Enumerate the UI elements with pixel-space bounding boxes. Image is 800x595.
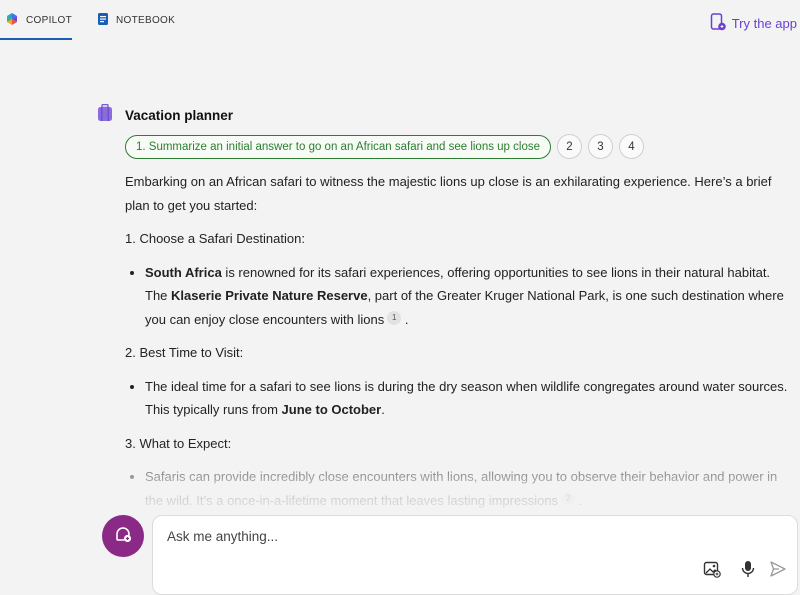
step-3-button[interactable]: 3 bbox=[588, 134, 613, 159]
list-item: Safaris can provide incredibly close enc… bbox=[145, 465, 793, 512]
sentence-end: . bbox=[404, 311, 409, 327]
try-the-app-label: Try the app bbox=[731, 16, 797, 31]
section-heading: 1. Choose a Safari Destination: bbox=[125, 231, 305, 246]
suitcase-icon bbox=[97, 103, 113, 127]
new-topic-button[interactable] bbox=[102, 515, 144, 557]
sentence-end: . bbox=[381, 402, 385, 417]
response-content: Embarking on an African safari to witnes… bbox=[125, 170, 793, 522]
notebook-icon bbox=[97, 12, 109, 29]
body-text: Safaris can provide incredibly close enc… bbox=[145, 469, 778, 508]
tab-copilot[interactable]: COPILOT bbox=[0, 0, 72, 40]
chat-input[interactable] bbox=[165, 528, 729, 545]
bold-text: June to October bbox=[281, 402, 382, 417]
active-tab-indicator bbox=[0, 38, 72, 40]
bold-text: Klaserie Private Nature Reserve bbox=[171, 288, 368, 303]
bold-text: South Africa bbox=[145, 264, 222, 280]
conversation-title: Vacation planner bbox=[125, 108, 234, 123]
section-list: The ideal time for a safari to see lions… bbox=[125, 375, 793, 422]
conversation-header: Vacation planner bbox=[97, 103, 234, 127]
section-heading: 3. What to Expect: bbox=[125, 435, 232, 451]
section-list: South Africa is renowned for its safari … bbox=[125, 261, 793, 332]
section-heading: 2. Best Time to Visit: bbox=[125, 345, 244, 360]
send-icon bbox=[769, 560, 787, 583]
list-item: South Africa is renowned for its safari … bbox=[145, 261, 793, 332]
chat-input-box bbox=[152, 515, 798, 595]
step-navigation: 1. Summarize an initial answer to go on … bbox=[125, 134, 644, 159]
microphone-icon bbox=[740, 560, 756, 583]
step-1-button[interactable]: 1. Summarize an initial answer to go on … bbox=[125, 134, 551, 159]
phone-app-icon bbox=[710, 13, 726, 34]
try-the-app-link[interactable]: Try the app bbox=[710, 13, 797, 34]
tab-copilot-label: COPILOT bbox=[26, 14, 72, 26]
list-item: The ideal time for a safari to see lions… bbox=[145, 375, 793, 422]
body-text: The ideal time for a safari to see lions… bbox=[145, 378, 788, 418]
step-4-button[interactable]: 4 bbox=[619, 134, 644, 159]
citation-badge[interactable]: 2 bbox=[561, 491, 576, 506]
tab-notebook[interactable]: NOTEBOOK bbox=[97, 0, 175, 40]
copilot-logo-icon bbox=[5, 12, 19, 29]
intro-paragraph: Embarking on an African safari to witnes… bbox=[125, 174, 772, 213]
section-list: Safaris can provide incredibly close enc… bbox=[125, 465, 793, 512]
image-add-icon bbox=[703, 560, 721, 583]
step-2-button[interactable]: 2 bbox=[557, 134, 582, 159]
top-bar: COPILOT NOTEBOOK Try the app bbox=[0, 0, 800, 40]
sentence-end: . bbox=[578, 492, 583, 508]
new-topic-icon bbox=[113, 524, 133, 549]
tab-notebook-label: NOTEBOOK bbox=[116, 14, 176, 26]
citation-badge[interactable]: 1 bbox=[387, 310, 402, 325]
